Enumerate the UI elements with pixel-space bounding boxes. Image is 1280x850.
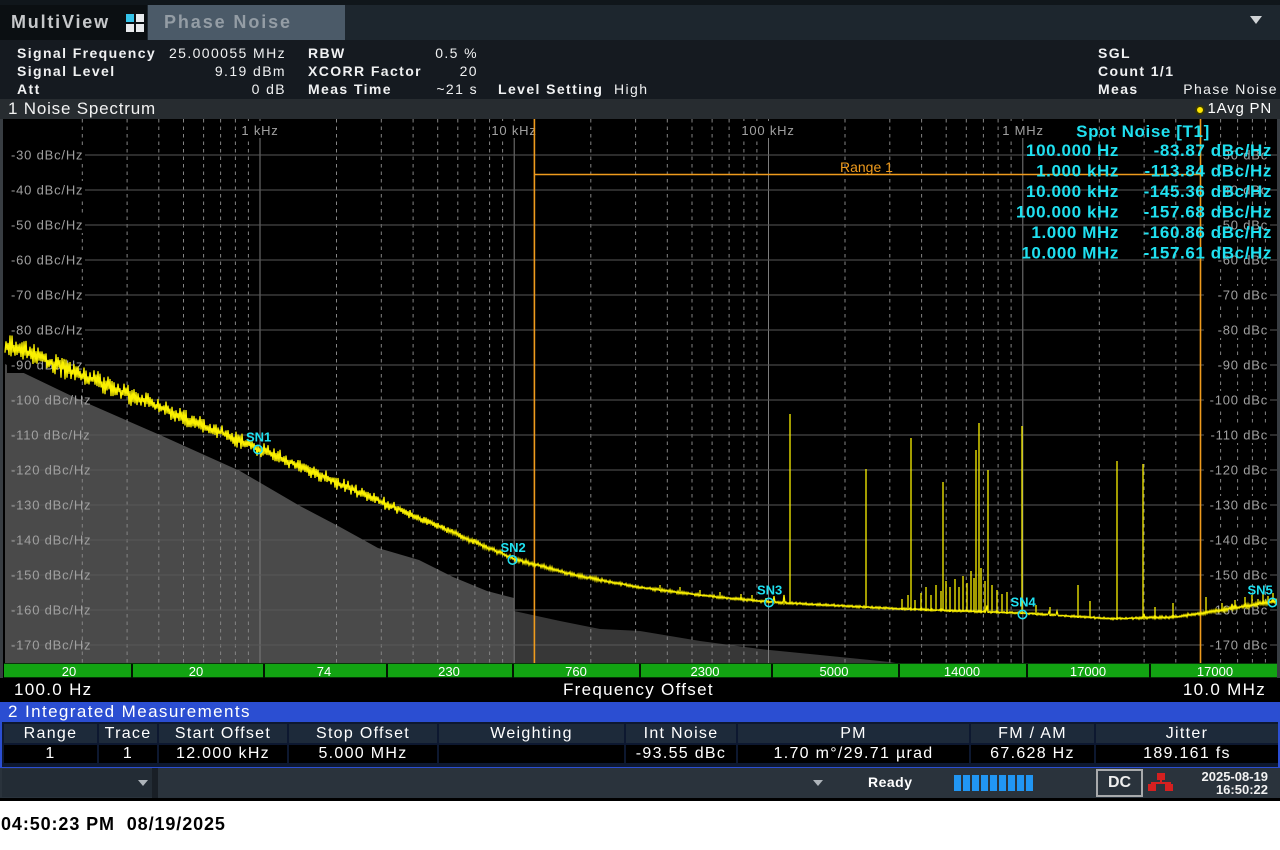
svg-text:-70 dBc: -70 dBc	[1218, 288, 1268, 303]
svg-text:-40 dBc/Hz: -40 dBc/Hz	[11, 183, 83, 198]
svg-text:SN2: SN2	[501, 540, 526, 555]
svg-text:-70 dBc/Hz: -70 dBc/Hz	[11, 288, 83, 303]
svg-text:-110 dBc: -110 dBc	[1211, 428, 1268, 443]
svg-text:-110 dBc/Hz: -110 dBc/Hz	[11, 428, 90, 443]
svg-text:1 kHz: 1 kHz	[241, 123, 278, 138]
svg-text:-100 dBc/Hz: -100 dBc/Hz	[11, 393, 91, 408]
svg-text:-157.61 dBc/Hz: -157.61 dBc/Hz	[1144, 244, 1272, 263]
svg-text:1.000 kHz: 1.000 kHz	[1036, 162, 1119, 181]
svg-text:100.000 Hz: 100.000 Hz	[1026, 141, 1119, 160]
svg-text:SN4: SN4	[1011, 595, 1037, 610]
svg-text:-30 dBc/Hz: -30 dBc/Hz	[11, 148, 83, 163]
svg-text:-145.36 dBc/Hz: -145.36 dBc/Hz	[1144, 182, 1272, 201]
svg-text:1 MHz: 1 MHz	[1002, 123, 1044, 138]
svg-text:-170 dBc/Hz: -170 dBc/Hz	[11, 638, 91, 653]
svg-text:-100 dBc: -100 dBc	[1210, 393, 1268, 408]
svg-text:-120 dBc: -120 dBc	[1210, 463, 1268, 478]
svg-text:-140 dBc/Hz: -140 dBc/Hz	[11, 533, 91, 548]
svg-text:-157.68 dBc/Hz: -157.68 dBc/Hz	[1144, 203, 1272, 222]
svg-text:-80 dBc/Hz: -80 dBc/Hz	[11, 323, 83, 338]
svg-text:SN5: SN5	[1248, 583, 1273, 598]
svg-text:-83.87 dBc/Hz: -83.87 dBc/Hz	[1154, 141, 1272, 160]
svg-text:-60 dBc/Hz: -60 dBc/Hz	[11, 253, 83, 268]
svg-text:-170 dBc: -170 dBc	[1210, 638, 1268, 653]
svg-text:100.000 kHz: 100.000 kHz	[1016, 203, 1119, 222]
svg-text:10.000 MHz: 10.000 MHz	[1021, 244, 1119, 263]
svg-text:100 kHz: 100 kHz	[741, 123, 794, 138]
svg-text:-50 dBc/Hz: -50 dBc/Hz	[11, 218, 83, 233]
svg-text:SN1: SN1	[246, 430, 271, 445]
svg-text:-90 dBc: -90 dBc	[1218, 358, 1268, 373]
svg-text:-120 dBc/Hz: -120 dBc/Hz	[11, 463, 91, 478]
svg-text:10.000 kHz: 10.000 kHz	[1026, 182, 1119, 201]
svg-text:-140 dBc: -140 dBc	[1210, 533, 1268, 548]
svg-text:SN3: SN3	[757, 583, 782, 598]
svg-text:-80 dBc: -80 dBc	[1218, 323, 1268, 338]
svg-text:-130 dBc/Hz: -130 dBc/Hz	[11, 498, 91, 513]
svg-text:Spot Noise [T1]: Spot Noise [T1]	[1076, 122, 1210, 141]
svg-text:Range 1: Range 1	[840, 159, 893, 175]
svg-text:-160.86 dBc/Hz: -160.86 dBc/Hz	[1144, 223, 1272, 242]
svg-text:-150 dBc/Hz: -150 dBc/Hz	[11, 568, 91, 583]
svg-text:-150 dBc: -150 dBc	[1210, 568, 1268, 583]
svg-text:10 kHz: 10 kHz	[491, 123, 536, 138]
svg-text:-130 dBc: -130 dBc	[1210, 498, 1268, 513]
svg-text:-160 dBc/Hz: -160 dBc/Hz	[11, 603, 91, 618]
svg-text:-113.84 dBc/Hz: -113.84 dBc/Hz	[1145, 162, 1272, 181]
svg-text:1.000 MHz: 1.000 MHz	[1031, 223, 1119, 242]
